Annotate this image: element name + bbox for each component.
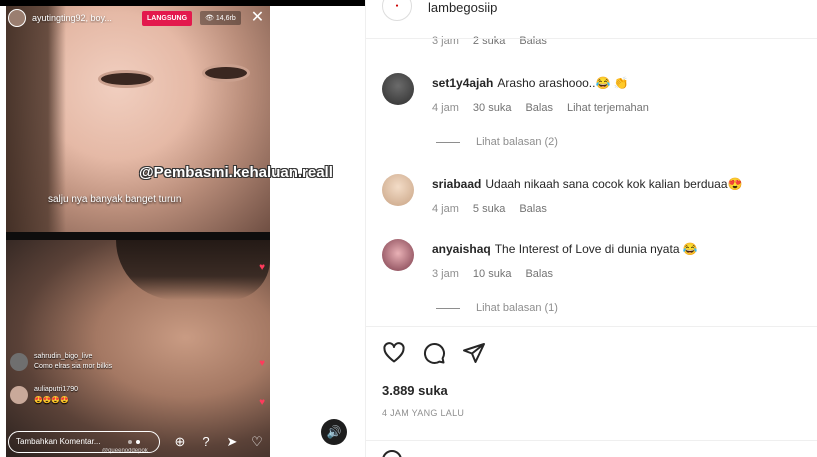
live-username[interactable]: ayutingting92, boy... (32, 13, 130, 23)
page: ayutingting92, boy... LANGSUNG 👁 14,6rb … (0, 0, 817, 457)
comment-likes[interactable]: 5 suka (473, 203, 505, 215)
divider (366, 440, 817, 441)
comment-item: sriabaad Udaah nikaah sana cocok kok kali… (382, 174, 742, 215)
comment-text: anyaishaq The Interest of Love di dunia n… (432, 242, 698, 256)
comment-time: 4 jam (432, 102, 459, 114)
heart-icon: ♥ (259, 397, 265, 408)
comment-meta: 3 jam 10 suka Balas (432, 268, 698, 280)
view-replies[interactable]: Lihat balasan (1) (436, 302, 558, 314)
live-video-panel: ayutingting92, boy... LANGSUNG 👁 14,6rb … (0, 0, 365, 457)
post-panel: ● lambegosiip 3 jam 2 suka Balas set1y4a… (365, 0, 817, 457)
post-header: ● lambegosiip (366, 0, 817, 22)
live-comment-avatar (10, 353, 28, 371)
heart-icon: ♥ (259, 262, 265, 273)
comment-meta: 4 jam 30 suka Balas Lihat terjemahan (432, 102, 649, 114)
comment-username[interactable]: sriabaad (432, 177, 481, 191)
overlay-caption: salju nya banyak banget turun (48, 194, 182, 205)
comment-meta: 4 jam 5 suka Balas (432, 203, 742, 215)
view-replies-label[interactable]: Lihat balasan (2) (476, 136, 558, 148)
comment-meta-top: 3 jam 2 suka Balas (432, 35, 547, 47)
reply-link[interactable]: Balas (525, 268, 553, 280)
like-count[interactable]: 3.889 suka (382, 383, 448, 398)
comment-time: 4 jam (432, 203, 459, 215)
account-name[interactable]: lambegosiip (428, 0, 497, 15)
comment-text: sriabaad Udaah nikaah sana cocok kok kali… (432, 177, 742, 191)
live-comment-avatar (10, 386, 28, 404)
comment-likes[interactable]: 10 suka (473, 268, 512, 280)
comment-time: 3 jam (432, 268, 459, 280)
add-icon[interactable]: ⊕ (172, 434, 188, 450)
sound-toggle-icon[interactable]: 🔊 (321, 419, 347, 445)
comment-item: set1y4ajah Arasho arashooo..😂 👏 4 jam 30 … (382, 73, 649, 114)
live-comment-name: auliaputri1790 (34, 386, 78, 393)
view-replies-label[interactable]: Lihat balasan (1) (476, 302, 558, 314)
comment-body: The Interest of Love di dunia nyata 😂 (494, 242, 698, 256)
heart-icon: ♥ (259, 358, 265, 369)
like-heart-icon[interactable] (382, 341, 406, 365)
overlay-handle-text: @Pembasmi.kehaluan.reall (139, 164, 333, 181)
live-header: ayutingting92, boy... LANGSUNG 👁 14,6rb … (6, 8, 270, 28)
comment-bubble-icon[interactable] (422, 341, 446, 365)
avatar[interactable] (382, 73, 414, 105)
post-actions (382, 341, 486, 365)
reply-link[interactable]: Balas (519, 35, 547, 47)
split-screen-divider (6, 232, 270, 240)
live-comment: auliaputri1790 😍😍😍😍 (10, 386, 78, 404)
comment-username[interactable]: anyaishaq (432, 242, 491, 256)
comment-likes[interactable]: 2 suka (473, 35, 505, 47)
video-eye-right (202, 64, 250, 82)
account-avatar[interactable]: ● (382, 0, 412, 21)
comment-item: anyaishaq The Interest of Love di dunia n… (382, 239, 698, 280)
question-icon[interactable]: ? (198, 434, 214, 450)
translate-link[interactable]: Lihat terjemahan (567, 102, 649, 114)
video-watermark: @queenoddepok (102, 448, 148, 454)
comment-text: set1y4ajah Arasho arashooo..😂 👏 (432, 76, 649, 90)
close-icon[interactable]: ✕ (251, 10, 264, 26)
post-timestamp: 4 JAM YANG LALU (382, 408, 465, 418)
avatar[interactable] (382, 239, 414, 271)
emoji-icon[interactable] (382, 450, 402, 457)
live-comment-name: sahrudin_bigo_live (34, 353, 93, 360)
more-dots-icon[interactable] (128, 440, 140, 444)
share-send-icon[interactable] (462, 341, 486, 365)
live-comment-text: Como elras sia mor bilkis (34, 363, 113, 370)
reply-line (436, 307, 460, 309)
viewer-count-value: 14,6rb (215, 15, 236, 22)
avatar[interactable] (382, 174, 414, 206)
comment-body: Udaah nikaah sana cocok kok kalian berdu… (485, 177, 743, 191)
live-comment: sahrudin_bigo_live Como elras sia mor bi… (10, 353, 112, 371)
comment-body: Arasho arashooo..😂 👏 (497, 76, 629, 90)
video-eye-left (98, 70, 154, 88)
divider (366, 38, 817, 39)
live-badge: LANGSUNG (142, 10, 193, 26)
comment-username[interactable]: set1y4ajah (432, 76, 493, 90)
like-heart-icon[interactable]: ♡ (249, 434, 265, 450)
reply-link[interactable]: Balas (519, 203, 547, 215)
live-avatar[interactable] (8, 9, 26, 27)
viewer-count: 👁 14,6rb (200, 11, 241, 25)
comment-likes[interactable]: 30 suka (473, 102, 512, 114)
reply-line (436, 141, 460, 143)
view-replies[interactable]: Lihat balasan (2) (436, 136, 558, 148)
live-comment-text: 😍😍😍😍 (34, 397, 69, 404)
send-icon[interactable]: ➤ (224, 434, 240, 450)
divider (366, 326, 817, 327)
reply-link[interactable]: Balas (525, 102, 553, 114)
comment-time: 3 jam (432, 35, 459, 47)
